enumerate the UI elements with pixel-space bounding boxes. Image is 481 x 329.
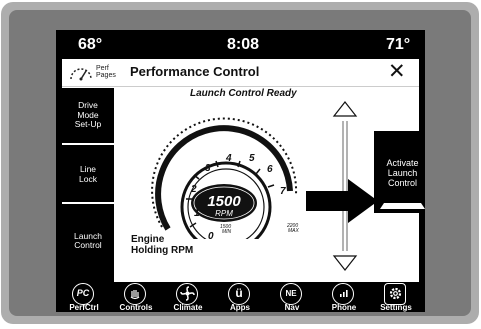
perf-pages-label[interactable]: Perf Pages bbox=[96, 65, 116, 79]
controls-icon bbox=[124, 283, 146, 305]
nav-phone[interactable]: Phone bbox=[318, 282, 370, 312]
close-button[interactable]: ✕ bbox=[388, 60, 406, 84]
status-bar: 68° 8:08 71° bbox=[56, 30, 425, 59]
title-bar: Perf Pages Performance Control ✕ bbox=[62, 59, 419, 87]
compass-icon: NE bbox=[280, 283, 302, 305]
gear-icon bbox=[384, 283, 406, 305]
driver-temperature[interactable]: 68° bbox=[78, 36, 102, 54]
bottom-nav-bar: PC PerfCtrl Controls Climate ü Apps NE N… bbox=[56, 282, 425, 312]
nav-settings[interactable]: Settings bbox=[370, 282, 422, 312]
performance-control-app: Perf Pages Performance Control ✕ Drive M… bbox=[62, 59, 425, 282]
launch-status-text: Launch Control Ready bbox=[190, 88, 297, 99]
tick-label-4: 4 bbox=[225, 153, 232, 164]
nav-perfctrl[interactable]: PC PerfCtrl bbox=[58, 282, 110, 312]
touchscreen: 68° 8:08 71° Perf Pages Performance Cont… bbox=[56, 30, 425, 312]
menu-item-label: Line Lock bbox=[79, 164, 97, 184]
rpm-value: 1500 bbox=[207, 193, 241, 210]
activate-launch-control-button[interactable]: Activate Launch Control bbox=[374, 131, 425, 213]
passenger-temperature[interactable]: 71° bbox=[386, 36, 410, 54]
side-menu: Drive Mode Set-Up Line Lock Launch Contr… bbox=[62, 88, 114, 282]
perfctrl-icon: PC bbox=[72, 283, 94, 305]
perf-pages-icon[interactable] bbox=[68, 63, 94, 81]
nav-navigation[interactable]: NE Nav bbox=[266, 282, 318, 312]
nav-controls[interactable]: Controls bbox=[110, 282, 162, 312]
page-title: Performance Control bbox=[130, 64, 260, 79]
tick-label-5: 5 bbox=[249, 153, 255, 164]
menu-launch-control[interactable]: Launch Control bbox=[62, 206, 114, 276]
tick-label-2: 2 bbox=[190, 184, 197, 195]
menu-line-lock[interactable]: Line Lock bbox=[62, 147, 114, 204]
nav-label: Nav bbox=[284, 303, 300, 312]
min-rpm-label: MIN bbox=[222, 229, 232, 235]
increase-rpm-arrow bbox=[332, 101, 358, 117]
apps-icon: ü bbox=[228, 283, 250, 305]
decrease-rpm-arrow bbox=[332, 255, 358, 271]
button-notch bbox=[380, 203, 425, 209]
nav-label: Controls bbox=[119, 303, 153, 312]
engine-holding-rpm-label: Engine Holding RPM bbox=[131, 234, 194, 256]
phone-signal-icon bbox=[332, 283, 354, 305]
clock: 8:08 bbox=[227, 36, 260, 53]
menu-drive-mode-setup[interactable]: Drive Mode Set-Up bbox=[62, 88, 114, 145]
tick-label-0: 0 bbox=[208, 231, 214, 239]
rpm-gauge: 1500 RPM 0 1 2 3 4 5 6 7 1500 MIN 2200 M… bbox=[151, 117, 300, 239]
nav-label: Apps bbox=[230, 303, 250, 312]
nav-label: Climate bbox=[173, 303, 203, 312]
activate-label: Activate Launch Control bbox=[386, 158, 419, 188]
nav-apps[interactable]: ü Apps bbox=[214, 282, 266, 312]
tick-label-1: 1 bbox=[194, 208, 200, 219]
rpm-unit: RPM bbox=[215, 209, 233, 218]
max-rpm-label: MAX bbox=[288, 228, 300, 234]
nav-climate[interactable]: Climate bbox=[162, 282, 214, 312]
climate-fan-icon bbox=[176, 283, 198, 305]
menu-item-label: Launch Control bbox=[74, 230, 102, 250]
nav-label: PerfCtrl bbox=[69, 303, 99, 312]
nav-label: Settings bbox=[380, 303, 412, 312]
activate-arrow-icon bbox=[306, 179, 378, 223]
tick-label-3: 3 bbox=[205, 163, 211, 174]
tick-label-6: 6 bbox=[267, 164, 273, 175]
menu-item-label: Drive Mode Set-Up bbox=[74, 100, 102, 130]
nav-label: Phone bbox=[331, 303, 357, 312]
tick-label-7: 7 bbox=[280, 186, 286, 197]
